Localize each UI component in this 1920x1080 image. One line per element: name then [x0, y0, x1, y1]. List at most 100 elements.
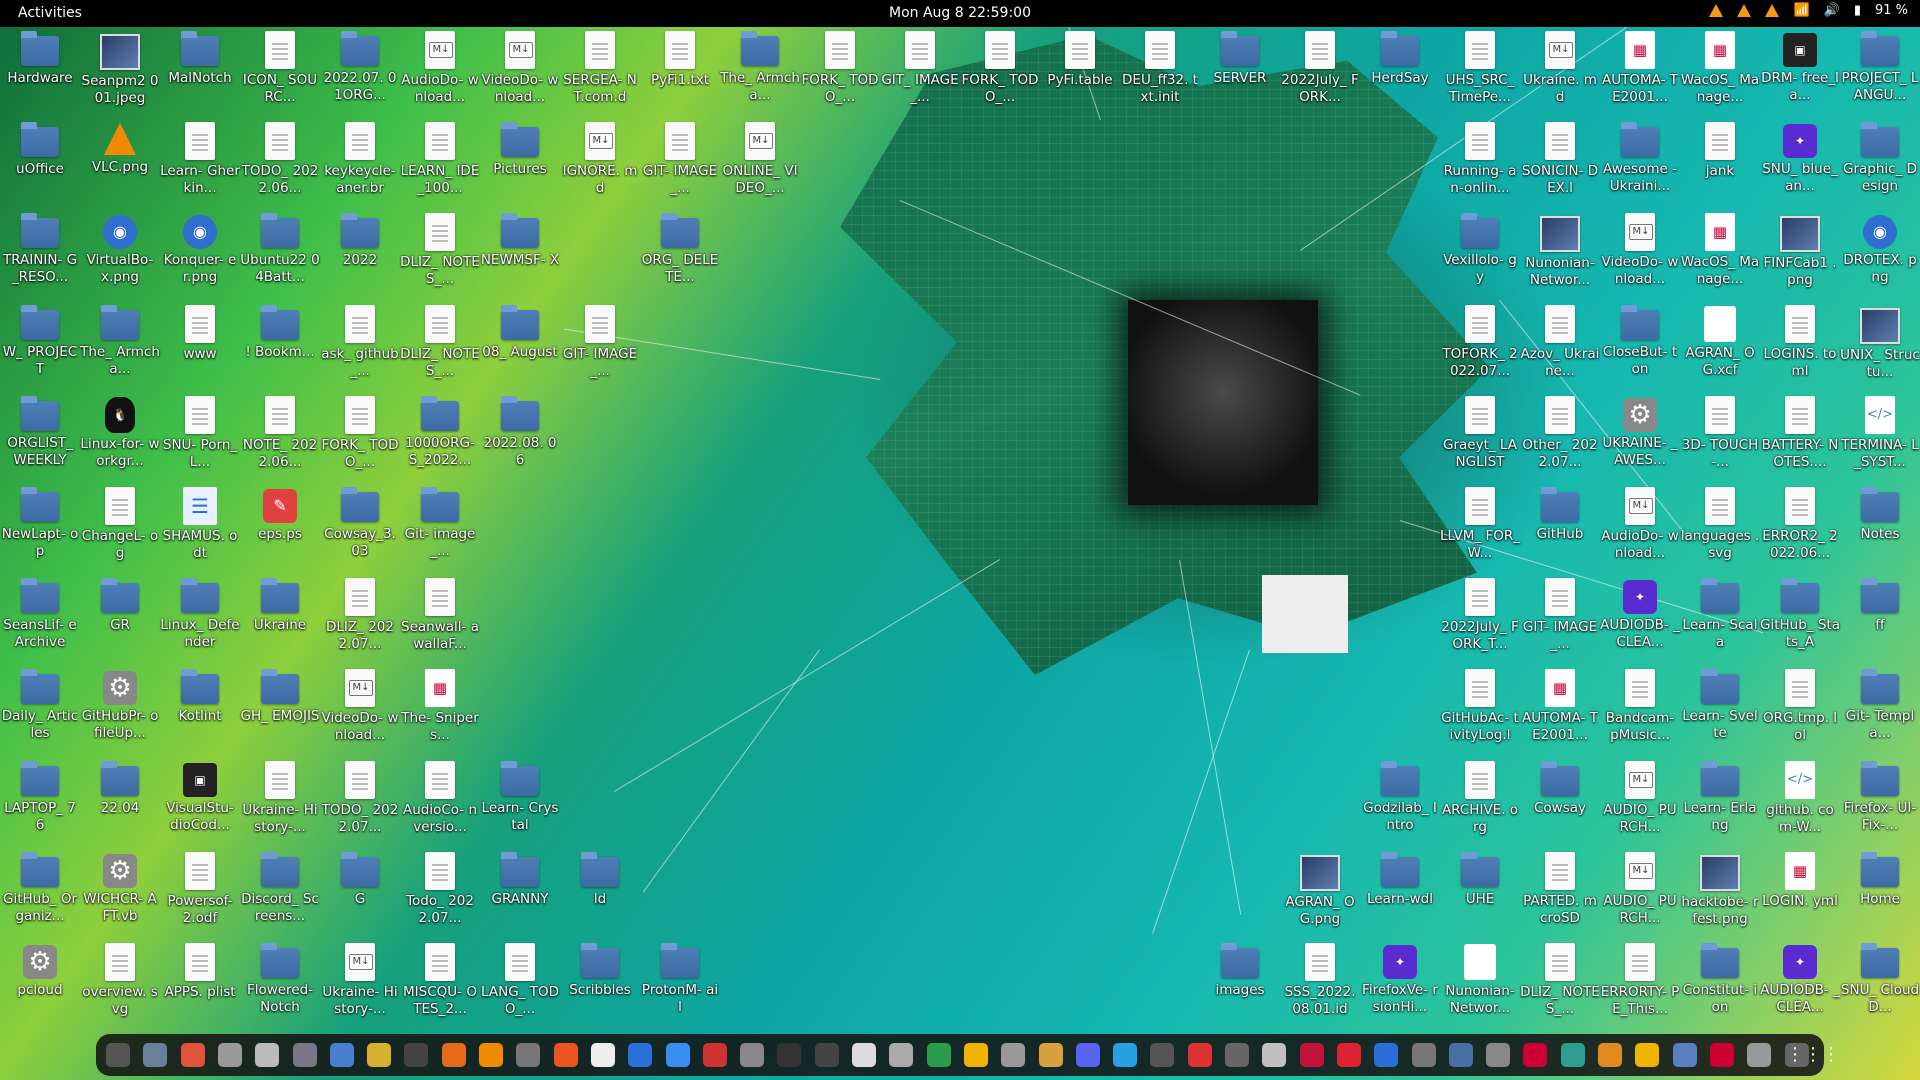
desktop-icon[interactable]: IGNORE. md: [560, 121, 640, 197]
desktop-icon[interactable]: W_ PROJECT: [0, 304, 80, 378]
desktop-icon[interactable]: LANG_ TODO_...: [480, 942, 560, 1018]
desktop-icon[interactable]: GitHub_ Organiz...: [0, 851, 80, 925]
dock-app-icon[interactable]: [329, 1043, 354, 1067]
desktop-icon[interactable]: 2022: [320, 212, 400, 269]
dock-app-icon[interactable]: [292, 1043, 317, 1067]
desktop-icon[interactable]: ✎ eps.ps: [240, 486, 320, 543]
desktop-icon[interactable]: 2022July_ FORK_T...: [1440, 577, 1520, 653]
desktop-icon[interactable]: Flowered- Notch: [240, 942, 320, 1016]
desktop-icon[interactable]: ▦ WacOS_ Manage...: [1680, 212, 1760, 288]
desktop-icon[interactable]: VideoDo- wnload...: [480, 30, 560, 106]
desktop-icon[interactable]: hacktobe- rfest.png: [1680, 851, 1760, 928]
desktop-icon[interactable]: Todo_ 2022.07...: [400, 851, 480, 927]
dock-app-icon[interactable]: [665, 1043, 690, 1067]
dock-app-icon[interactable]: [367, 1043, 392, 1067]
desktop-icon[interactable]: Azov_ Ukraine...: [1520, 304, 1600, 380]
desktop-icon[interactable]: AGRAN_ OG.png: [1280, 851, 1360, 928]
dock-app-icon[interactable]: [217, 1043, 242, 1067]
desktop-icon[interactable]: GIT- IMAGE_...: [560, 304, 640, 380]
dock-app-icon[interactable]: [702, 1043, 727, 1067]
desktop-icon[interactable]: VideoDo- wnload...: [1600, 212, 1680, 288]
desktop-icon[interactable]: ✦ AUDIODB- _CLEA...: [1600, 577, 1680, 651]
system-tray[interactable]: 📶 🔊 ▮ 91 %: [1709, 3, 1908, 18]
desktop-icon[interactable]: ⚙ GitHubPr- ofileUp...: [80, 668, 160, 742]
desktop-icon[interactable]: APPS. plist: [160, 942, 240, 1001]
desktop-icon[interactable]: PARTED. mcroSD: [1520, 851, 1600, 927]
desktop-icon[interactable]: ARCHIVE. org: [1440, 760, 1520, 836]
desktop-icon[interactable]: Daily_ Articles: [0, 668, 80, 742]
desktop-icon[interactable]: FINFCab1 .png: [1760, 212, 1840, 289]
desktop-icon[interactable]: SSS_2022. 08.01.id: [1280, 942, 1360, 1018]
desktop-icon[interactable]: Ukraine- History-...: [240, 760, 320, 836]
desktop-icon[interactable]: ⚙ WICHCR- AFT.vb: [80, 851, 160, 925]
dock-app-icon[interactable]: [1448, 1043, 1473, 1067]
desktop-icon[interactable]: ◉ Konquer- er.png: [160, 212, 240, 286]
dock-app-icon[interactable]: [1411, 1043, 1436, 1067]
apps-grid-icon[interactable]: ⋮⋮⋮: [1786, 1043, 1840, 1067]
desktop-icon[interactable]: Learn- Gherkin...: [160, 121, 240, 197]
desktop-icon[interactable]: Scribbles: [560, 942, 640, 999]
desktop-icon[interactable]: G: [320, 851, 400, 908]
desktop-icon[interactable]: GH_ EMOJIS: [240, 668, 320, 725]
desktop-icon[interactable]: GRANNY: [480, 851, 560, 908]
dock-app-icon[interactable]: [479, 1043, 503, 1067]
desktop-icon[interactable]: ◉ DROTEX. png: [1840, 212, 1920, 286]
desktop-icon[interactable]: Kotlint: [160, 668, 240, 725]
desktop-icon[interactable]: www: [160, 304, 240, 363]
desktop-icon[interactable]: Awesome -Ukraini...: [1600, 121, 1680, 195]
desktop-icon[interactable]: SONICIN- DEX.l: [1520, 121, 1600, 197]
desktop-icon[interactable]: ORG.tmp. lol: [1760, 668, 1840, 744]
desktop-icon[interactable]: Ukraine- History-...: [320, 942, 400, 1018]
desktop-icon[interactable]: FORK_ TODO_...: [800, 30, 880, 106]
desktop-icon[interactable]: GIT_ IMAGE_...: [880, 30, 960, 106]
dock-app-icon[interactable]: [1709, 1043, 1734, 1067]
desktop-icon[interactable]: GR: [80, 577, 160, 634]
dock-app-icon[interactable]: [1672, 1043, 1697, 1067]
desktop-icon[interactable]: ◉ VirtualBo- x.png: [80, 212, 160, 286]
desktop-icon[interactable]: ask_ github_...: [320, 304, 400, 380]
desktop-icon[interactable]: ▦ The- Snipers...: [400, 668, 480, 744]
dock-app-icon[interactable]: [1262, 1043, 1287, 1067]
desktop-icon[interactable]: uOffice: [0, 121, 80, 178]
dock-app-icon[interactable]: [1560, 1043, 1585, 1067]
desktop-icon[interactable]: </> github. com-W...: [1760, 760, 1840, 836]
desktop-icon[interactable]: Cowsay_3. 03: [320, 486, 400, 560]
desktop-icon[interactable]: ✦ AUDIODB- _CLEA...: [1760, 942, 1840, 1016]
desktop-icon[interactable]: PROJECT_ LANGU...: [1840, 30, 1920, 104]
desktop-icon[interactable]: The_ Armcha...: [80, 304, 160, 378]
desktop-icon[interactable]: Cowsay: [1520, 760, 1600, 817]
desktop-icon[interactable]: ICON_ SOURC...: [240, 30, 320, 106]
dock-app-icon[interactable]: [1598, 1043, 1622, 1067]
dock-app-icon[interactable]: [740, 1043, 765, 1067]
dock-app-icon[interactable]: [1225, 1043, 1249, 1067]
desktop-icon[interactable]: Seanpm2 001.jpeg: [80, 30, 160, 107]
desktop-icon[interactable]: Learn- Crystal: [480, 760, 560, 834]
desktop-icon[interactable]: ▦ LOGIN. yml: [1760, 851, 1840, 910]
desktop-icon[interactable]: AudioDo- wnload...: [400, 30, 480, 106]
desktop-icon[interactable]: DLIZ_ 2022.07...: [320, 577, 400, 653]
desktop-icon[interactable]: 2022July_ FORK...: [1280, 30, 1360, 106]
dock-app-icon[interactable]: [180, 1043, 205, 1067]
desktop-icon[interactable]: TODO_ 2022.07...: [320, 760, 400, 836]
desktop-icon[interactable]: MalNotch: [160, 30, 240, 87]
dock-app-icon[interactable]: [1336, 1043, 1361, 1067]
desktop-icon[interactable]: Running- an-onlin...: [1440, 121, 1520, 197]
desktop-icon[interactable]: Seanwall- awallaF...: [400, 577, 480, 653]
dock-app-icon[interactable]: [1038, 1043, 1063, 1067]
desktop-icon[interactable]: PyFi1.txt: [640, 30, 720, 89]
dock-app-icon[interactable]: [1113, 1043, 1138, 1067]
dock-app-icon[interactable]: [1374, 1043, 1399, 1067]
desktop-icon[interactable]: DLIZ_ NOTES_...: [1520, 942, 1600, 1018]
desktop-icon[interactable]: Learn- Scala: [1680, 577, 1760, 651]
volume-icon[interactable]: 🔊: [1824, 3, 1840, 18]
desktop-icon[interactable]: Other_ 2022.07...: [1520, 395, 1600, 471]
desktop-icon[interactable]: DEU_ff32. txt.init: [1120, 30, 1200, 106]
desktop-icon[interactable]: Linux_ Defender: [160, 577, 240, 651]
desktop-icon[interactable]: TODO_ 2022.06...: [240, 121, 320, 197]
desktop-icon[interactable]: 2022.08. 06: [480, 395, 560, 469]
clock-label[interactable]: Mon Aug 8 22:59:00: [889, 5, 1031, 21]
desktop-icon[interactable]: Ubuntu22 04Batt...: [240, 212, 320, 286]
battery-percent[interactable]: 91 %: [1875, 3, 1908, 18]
dock-app-icon[interactable]: [516, 1043, 541, 1067]
dock-app-icon[interactable]: [1075, 1043, 1100, 1067]
